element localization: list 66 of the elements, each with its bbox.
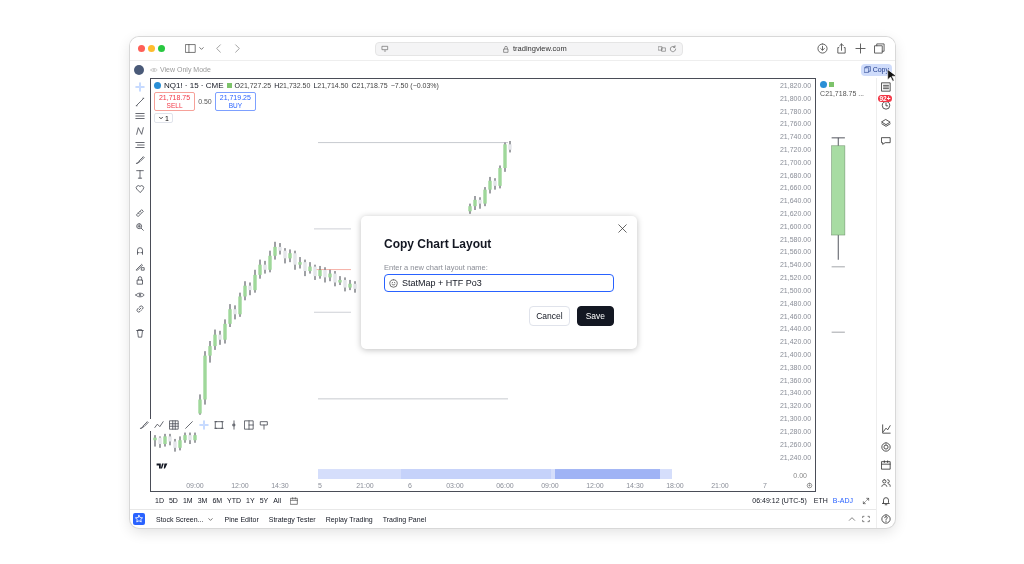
link-icon[interactable] bbox=[135, 304, 145, 314]
watchlist-icon[interactable] bbox=[881, 82, 891, 92]
symbol-logo-icon bbox=[153, 82, 161, 89]
chevron-down-icon[interactable] bbox=[207, 515, 215, 523]
layout-name-field[interactable]: StatMap + HTF Po3 bbox=[384, 274, 614, 292]
chart-line-icon[interactable] bbox=[881, 424, 891, 434]
star-button[interactable] bbox=[133, 513, 145, 525]
share-icon[interactable] bbox=[836, 43, 847, 54]
expand-icon[interactable] bbox=[862, 496, 870, 505]
bell-icon[interactable] bbox=[881, 496, 891, 506]
lock-icon[interactable] bbox=[135, 275, 145, 285]
heart-icon[interactable] bbox=[135, 183, 145, 194]
grid-icon[interactable] bbox=[169, 420, 179, 430]
dialog-title: Copy Chart Layout bbox=[384, 237, 493, 251]
new-tab-icon[interactable] bbox=[855, 43, 866, 54]
trash-icon[interactable] bbox=[135, 328, 145, 338]
layers-icon[interactable] bbox=[881, 118, 891, 128]
close-icon[interactable] bbox=[618, 224, 627, 233]
smiley-icon[interactable] bbox=[389, 278, 398, 288]
help-icon[interactable] bbox=[881, 514, 891, 524]
page-icon bbox=[381, 44, 389, 53]
layout-icon[interactable] bbox=[244, 420, 254, 430]
download-icon[interactable] bbox=[817, 43, 828, 54]
reload-icon[interactable] bbox=[669, 44, 677, 53]
calendar-icon[interactable] bbox=[881, 460, 891, 470]
pin-icon[interactable] bbox=[259, 420, 269, 430]
maximize-icon[interactable] bbox=[862, 515, 870, 523]
settings-icon[interactable] bbox=[806, 482, 814, 489]
frame-icon[interactable] bbox=[214, 420, 224, 430]
symbol-title[interactable]: NQ1! · 15 · CME bbox=[163, 81, 224, 90]
chevron-down-icon[interactable] bbox=[198, 45, 205, 52]
alarm-clock-icon[interactable] bbox=[881, 100, 891, 110]
brush-icon[interactable] bbox=[135, 154, 145, 165]
horizontal-lines-icon[interactable] bbox=[135, 111, 145, 121]
fib-lines-icon[interactable] bbox=[135, 140, 145, 150]
chat-icon[interactable] bbox=[881, 136, 891, 146]
magnet-icon[interactable] bbox=[135, 246, 145, 256]
people-icon[interactable] bbox=[881, 478, 891, 488]
sidebar-icon[interactable] bbox=[185, 43, 196, 54]
trend-line-icon[interactable] bbox=[135, 96, 145, 107]
tabs-icon[interactable] bbox=[874, 43, 885, 54]
level-line bbox=[831, 331, 846, 333]
close-window-button[interactable] bbox=[138, 45, 145, 52]
translate-icon[interactable] bbox=[658, 44, 666, 53]
flag-icon bbox=[829, 82, 835, 87]
chart-line-icon[interactable] bbox=[154, 420, 164, 430]
save-button[interactable]: Save bbox=[576, 306, 614, 326]
cancel-button[interactable]: Cancel bbox=[529, 306, 570, 326]
copy-icon bbox=[863, 66, 871, 73]
level-line bbox=[831, 266, 846, 268]
chevron-down-icon bbox=[157, 115, 164, 121]
pattern-icon[interactable] bbox=[135, 125, 145, 136]
line-icon[interactable] bbox=[184, 420, 194, 430]
symbol-logo-icon bbox=[820, 81, 828, 88]
avatar[interactable] bbox=[134, 64, 144, 75]
calendar-icon[interactable] bbox=[290, 496, 298, 505]
lock-icon bbox=[502, 44, 510, 53]
logo-icon bbox=[155, 463, 168, 469]
zoom-in-icon[interactable] bbox=[135, 222, 145, 232]
level-line bbox=[313, 311, 352, 313]
ruler-icon[interactable] bbox=[135, 207, 145, 218]
text-tool-icon[interactable] bbox=[135, 169, 145, 179]
eye-icon bbox=[150, 65, 158, 74]
target-icon[interactable] bbox=[881, 442, 891, 452]
brush-icon[interactable] bbox=[139, 420, 149, 430]
flag-icon bbox=[226, 83, 232, 88]
